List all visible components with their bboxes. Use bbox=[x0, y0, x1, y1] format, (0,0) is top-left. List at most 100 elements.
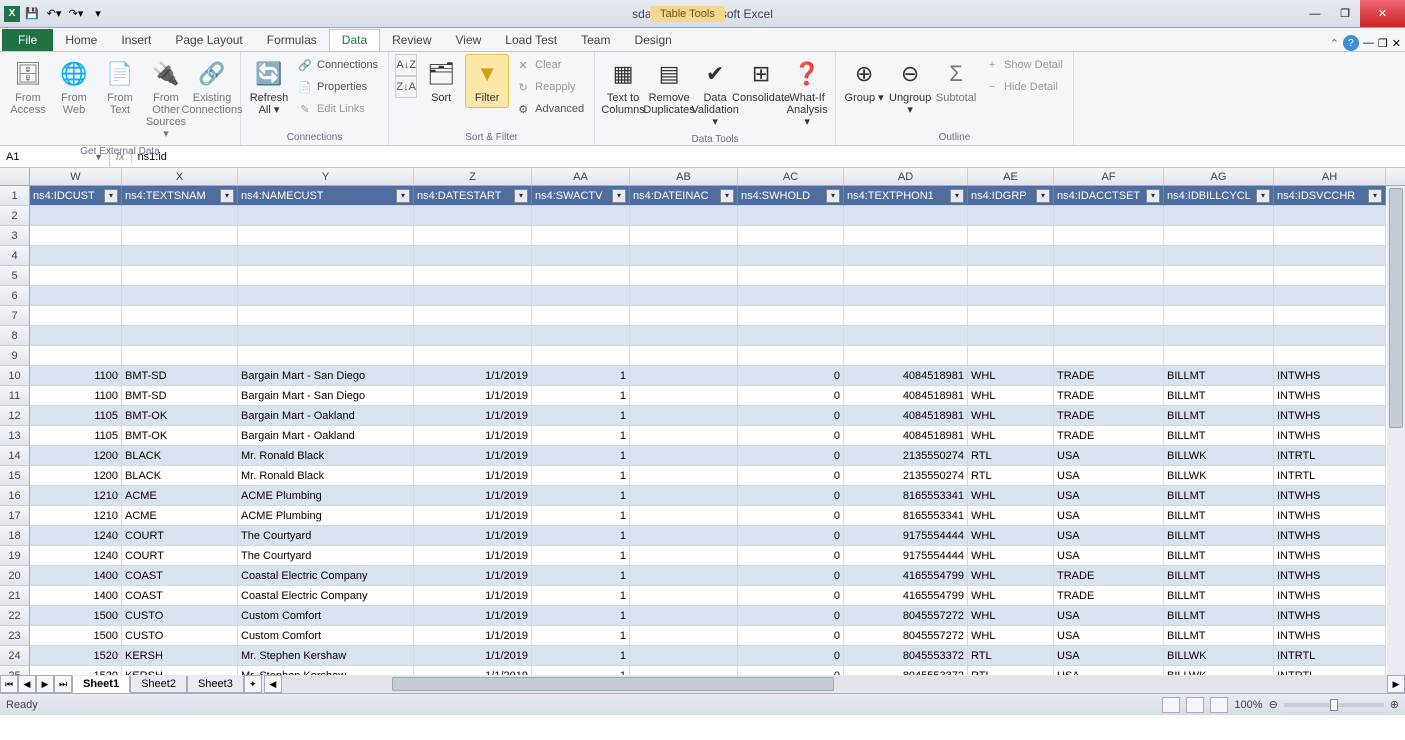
cell[interactable] bbox=[414, 266, 532, 286]
cell[interactable] bbox=[968, 246, 1054, 266]
cell[interactable]: BILLMT bbox=[1164, 366, 1274, 386]
cell[interactable]: 8165553341 bbox=[844, 486, 968, 506]
sheet-tab-sheet2[interactable]: Sheet2 bbox=[130, 676, 187, 693]
from-web-button[interactable]: 🌐From Web bbox=[52, 54, 96, 120]
cell[interactable] bbox=[1274, 266, 1386, 286]
cell[interactable] bbox=[968, 346, 1054, 366]
cell[interactable] bbox=[1164, 286, 1274, 306]
cell[interactable] bbox=[532, 326, 630, 346]
cell[interactable] bbox=[844, 346, 968, 366]
cell[interactable]: 1/1/2019 bbox=[414, 566, 532, 586]
cell[interactable] bbox=[738, 286, 844, 306]
cell[interactable] bbox=[630, 466, 738, 486]
cell[interactable]: CUSTO bbox=[122, 626, 238, 646]
vertical-scrollbar[interactable] bbox=[1387, 186, 1405, 675]
cell[interactable] bbox=[122, 226, 238, 246]
cell[interactable] bbox=[630, 346, 738, 366]
cell[interactable]: WHL bbox=[968, 526, 1054, 546]
row-header-18[interactable]: 18 bbox=[0, 526, 30, 546]
cell[interactable]: 4084518981 bbox=[844, 426, 968, 446]
cell[interactable]: INTWHS bbox=[1274, 586, 1386, 606]
cell[interactable] bbox=[532, 226, 630, 246]
filter-dropdown-icon[interactable]: ▾ bbox=[950, 189, 964, 203]
cell[interactable]: 1 bbox=[532, 386, 630, 406]
hscroll-left[interactable]: ◀ bbox=[264, 675, 282, 693]
view-page-layout[interactable] bbox=[1186, 697, 1204, 713]
cell[interactable]: 8045553372 bbox=[844, 646, 968, 666]
row-header-20[interactable]: 20 bbox=[0, 566, 30, 586]
cell[interactable]: INTWHS bbox=[1274, 526, 1386, 546]
window-close[interactable]: ✕ bbox=[1360, 0, 1405, 27]
cell[interactable]: 1 bbox=[532, 426, 630, 446]
col-header-AD[interactable]: AD bbox=[844, 168, 968, 185]
cell[interactable]: BILLMT bbox=[1164, 386, 1274, 406]
cell[interactable]: WHL bbox=[968, 366, 1054, 386]
cell[interactable] bbox=[630, 226, 738, 246]
row-header-14[interactable]: 14 bbox=[0, 446, 30, 466]
qat-save[interactable]: 💾 bbox=[22, 4, 42, 24]
cell[interactable] bbox=[630, 306, 738, 326]
row-header-15[interactable]: 15 bbox=[0, 466, 30, 486]
cell[interactable]: COURT bbox=[122, 546, 238, 566]
cell[interactable]: BILLMT bbox=[1164, 626, 1274, 646]
cell[interactable] bbox=[238, 326, 414, 346]
tab-team[interactable]: Team bbox=[569, 29, 622, 51]
cell[interactable] bbox=[238, 266, 414, 286]
cell[interactable]: 1 bbox=[532, 546, 630, 566]
filter-dropdown-icon[interactable]: ▾ bbox=[1256, 189, 1270, 203]
cell[interactable]: 1210 bbox=[30, 506, 122, 526]
text-to-columns-button[interactable]: ▦Text to Columns bbox=[601, 54, 645, 120]
cell[interactable] bbox=[844, 286, 968, 306]
zoom-slider[interactable] bbox=[1284, 703, 1384, 707]
cell[interactable]: BMT-SD bbox=[122, 366, 238, 386]
cell[interactable]: 4084518981 bbox=[844, 386, 968, 406]
cell[interactable] bbox=[630, 386, 738, 406]
cell[interactable] bbox=[122, 246, 238, 266]
cell[interactable] bbox=[1164, 226, 1274, 246]
cell[interactable]: WHL bbox=[968, 386, 1054, 406]
cell[interactable]: Coastal Electric Company bbox=[238, 586, 414, 606]
cell[interactable] bbox=[414, 306, 532, 326]
cell[interactable]: TRADE bbox=[1054, 366, 1164, 386]
cell[interactable]: 4084518981 bbox=[844, 366, 968, 386]
cell[interactable] bbox=[738, 326, 844, 346]
cell[interactable]: RTL bbox=[968, 446, 1054, 466]
table-header-cell[interactable]: ns4:TEXTPHON1▾ bbox=[844, 186, 968, 206]
cell[interactable] bbox=[1054, 326, 1164, 346]
cell[interactable]: 1200 bbox=[30, 446, 122, 466]
cell[interactable]: ACME bbox=[122, 506, 238, 526]
from-access-button[interactable]: 🗄From Access bbox=[6, 54, 50, 120]
table-header-cell[interactable]: ns4:DATEINAC▾ bbox=[630, 186, 738, 206]
cell[interactable] bbox=[630, 366, 738, 386]
doc-close[interactable]: ✕ bbox=[1392, 37, 1401, 50]
cell[interactable]: 1/1/2019 bbox=[414, 586, 532, 606]
cell[interactable]: WHL bbox=[968, 426, 1054, 446]
filter-dropdown-icon[interactable]: ▾ bbox=[220, 189, 234, 203]
horizontal-scrollbar[interactable]: ◀ ▶ bbox=[264, 676, 1405, 692]
cell[interactable] bbox=[844, 246, 968, 266]
cell[interactable] bbox=[844, 306, 968, 326]
cell[interactable]: INTWHS bbox=[1274, 406, 1386, 426]
qat-customize[interactable]: ▾ bbox=[88, 4, 108, 24]
window-minimize[interactable]: — bbox=[1300, 0, 1330, 27]
tab-design[interactable]: Design bbox=[622, 29, 683, 51]
cell[interactable]: The Courtyard bbox=[238, 526, 414, 546]
cell[interactable]: 1/1/2019 bbox=[414, 526, 532, 546]
row-header-16[interactable]: 16 bbox=[0, 486, 30, 506]
cell[interactable]: 0 bbox=[738, 646, 844, 666]
tab-review[interactable]: Review bbox=[380, 29, 443, 51]
cell[interactable]: 1 bbox=[532, 626, 630, 646]
row-header-10[interactable]: 10 bbox=[0, 366, 30, 386]
cell[interactable]: 0 bbox=[738, 386, 844, 406]
row-header-12[interactable]: 12 bbox=[0, 406, 30, 426]
cell[interactable] bbox=[238, 286, 414, 306]
col-header-AE[interactable]: AE bbox=[968, 168, 1054, 185]
cell[interactable]: COURT bbox=[122, 526, 238, 546]
cell[interactable]: TRADE bbox=[1054, 386, 1164, 406]
tab-formulas[interactable]: Formulas bbox=[255, 29, 329, 51]
cell[interactable] bbox=[630, 266, 738, 286]
row-header-3[interactable]: 3 bbox=[0, 226, 30, 246]
view-page-break[interactable] bbox=[1210, 697, 1228, 713]
filter-button[interactable]: ▼ Filter bbox=[465, 54, 509, 108]
cell[interactable] bbox=[1054, 346, 1164, 366]
